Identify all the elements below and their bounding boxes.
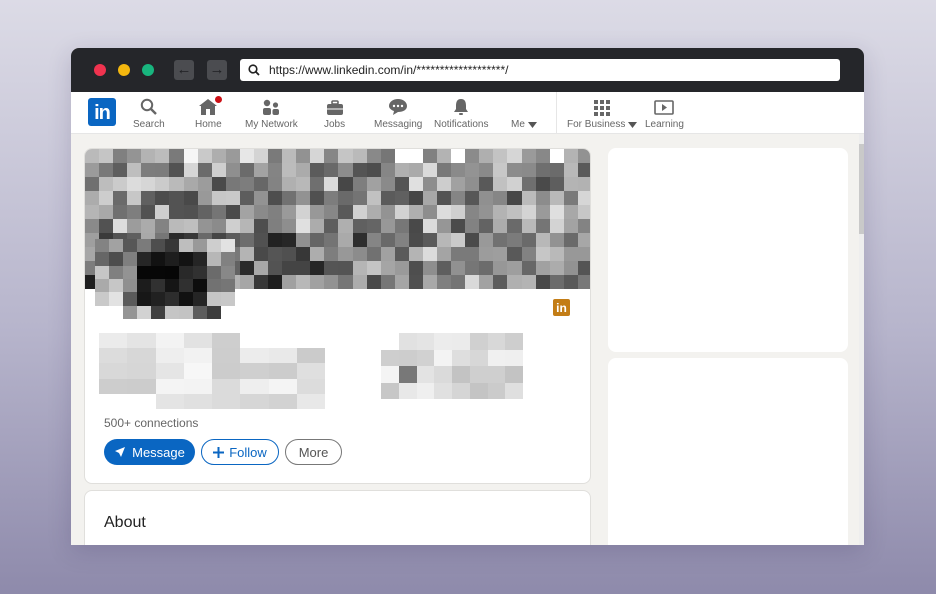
nav-label: Notifications [434, 119, 489, 130]
follow-button[interactable]: Follow [201, 439, 279, 465]
page-scrollbar[interactable] [859, 134, 864, 545]
message-button[interactable]: Message [104, 439, 195, 465]
linkedin-navbar: in Search Home My Network Jobs Messaging… [71, 92, 864, 134]
nav-my-network[interactable]: My Network [245, 96, 298, 130]
nav-for-business[interactable]: For Business [567, 96, 638, 130]
nav-label: My Network [245, 119, 298, 130]
nav-jobs[interactable]: Jobs [324, 96, 345, 130]
nav-learning[interactable]: Learning [645, 96, 684, 130]
browser-chrome: ← → https://www.linkedin.com/in/********… [71, 48, 864, 92]
close-window-button[interactable] [94, 64, 106, 76]
url-text: https://www.linkedin.com/in/************… [269, 63, 509, 77]
linkedin-premium-badge: in [553, 299, 570, 316]
network-icon [263, 99, 280, 115]
chevron-down-icon [628, 121, 638, 128]
more-button[interactable]: More [285, 439, 342, 465]
profile-name-redacted [99, 333, 325, 409]
scrollbar-thumb[interactable] [859, 144, 864, 234]
messaging-icon [389, 99, 408, 115]
nav-me[interactable]: Me [511, 96, 537, 130]
about-heading: About [104, 514, 146, 531]
forward-button[interactable]: → [207, 60, 227, 80]
search-icon [248, 64, 260, 76]
notification-badge [213, 94, 225, 105]
nav-label: Search [133, 119, 165, 130]
nav-label: Messaging [374, 119, 423, 130]
back-button[interactable]: ← [174, 60, 194, 80]
sidebar-card [608, 358, 848, 545]
plus-icon [213, 446, 225, 458]
sidebar-card [608, 148, 848, 352]
browser-window: ← → https://www.linkedin.com/in/********… [71, 48, 864, 545]
minimize-window-button[interactable] [118, 64, 130, 76]
profile-avatar[interactable] [95, 239, 235, 319]
nav-home[interactable]: Home [195, 94, 225, 130]
nav-notifications[interactable]: Notifications [434, 96, 488, 130]
briefcase-icon [326, 100, 343, 115]
maximize-window-button[interactable] [142, 64, 154, 76]
profile-card: in 500+ connections Message Follow More [84, 148, 591, 484]
nav-label: Learning [645, 119, 684, 130]
nav-divider [556, 92, 557, 134]
send-icon [115, 447, 126, 457]
play-icon [654, 100, 675, 115]
nav-messaging[interactable]: Messaging [374, 96, 422, 130]
search-icon [140, 98, 157, 115]
profile-experience-redacted[interactable] [381, 333, 523, 399]
address-bar[interactable]: https://www.linkedin.com/in/************… [240, 59, 840, 81]
nav-search[interactable]: Search [133, 96, 165, 130]
connections-count[interactable]: 500+ connections [104, 416, 198, 430]
nav-label: Me [511, 119, 525, 130]
about-card: About [84, 490, 591, 545]
chevron-down-icon [527, 121, 537, 128]
bell-icon [454, 99, 469, 115]
nav-label: Home [195, 119, 222, 130]
linkedin-logo[interactable]: in [88, 98, 116, 126]
nav-label: Jobs [324, 119, 346, 130]
grid-icon [594, 100, 611, 116]
nav-label: For Business [567, 119, 626, 130]
